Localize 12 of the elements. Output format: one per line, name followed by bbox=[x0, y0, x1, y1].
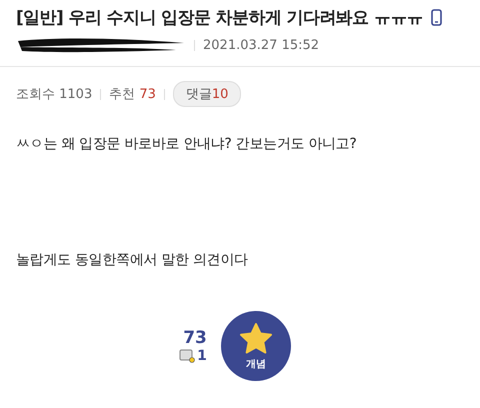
comments-button[interactable]: 댓글10 bbox=[172, 81, 242, 107]
fixed-count: 1 bbox=[197, 348, 207, 364]
recommend-count: 추천 73 bbox=[109, 86, 156, 103]
recommend-count: 73 bbox=[183, 328, 207, 348]
view-count: 조회수 1103 bbox=[16, 86, 92, 103]
body-paragraph: 놀랍게도 동일한쪽에서 말한 의견이다 bbox=[16, 251, 249, 269]
post-date: 2021.03.27 15:52 bbox=[203, 38, 320, 52]
star-icon bbox=[238, 322, 273, 354]
badge-icon bbox=[179, 349, 196, 363]
upvote-button[interactable]: 개념 bbox=[220, 311, 291, 381]
post-title: [일반] 우리 수지니 입장문 차분하게 기다려봐요 ㅠㅠㅠ bbox=[16, 7, 424, 29]
body-paragraph: ㅆㅇ는 왜 입장문 바로바로 안내냐? 간보는거도 아니고? bbox=[16, 135, 358, 153]
